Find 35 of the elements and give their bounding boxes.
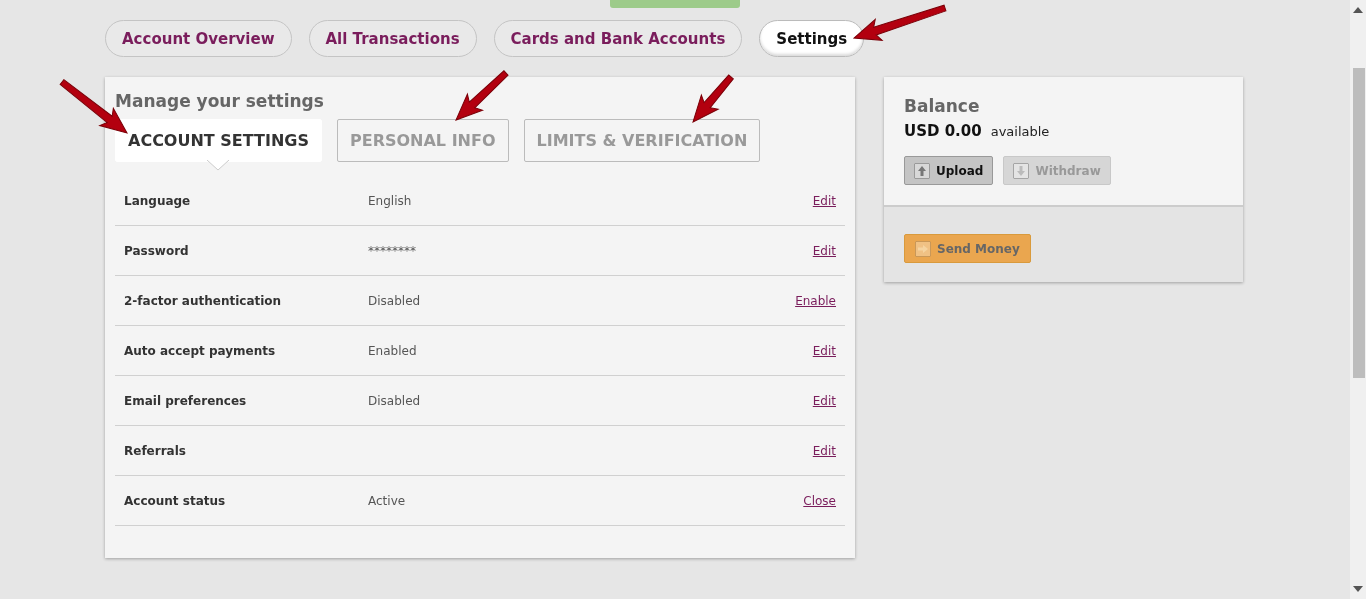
nav-tab[interactable]: Settings <box>759 20 865 57</box>
balance-title: Balance <box>904 96 981 116</box>
panel-title: Manage your settings <box>115 91 325 111</box>
setting-link[interactable]: Enable <box>795 293 836 308</box>
setting-label: Email preferences <box>124 393 248 408</box>
nav-tab[interactable]: All Transactions <box>308 20 477 57</box>
setting-value: English <box>368 193 413 208</box>
setting-link[interactable]: Edit <box>812 343 836 358</box>
setting-value: Enabled <box>368 343 418 358</box>
upload-button[interactable]: Upload <box>904 156 994 185</box>
setting-label: Referrals <box>124 443 187 458</box>
setting-label: Language <box>124 193 192 208</box>
setting-label: 2-factor authentication <box>124 293 283 308</box>
scroll-up-icon[interactable] <box>1353 7 1363 13</box>
setting-link[interactable]: Edit <box>812 243 836 258</box>
balance-amount: USD 0.00 <box>904 122 982 140</box>
setting-label: Account status <box>124 493 227 508</box>
setting-value: ******** <box>368 243 417 258</box>
setting-label: Password <box>124 243 190 258</box>
nav-tab[interactable]: Account Overview <box>105 20 292 57</box>
tab-pointer-icon <box>207 160 230 171</box>
setting-value: Disabled <box>368 293 422 308</box>
nav-tab[interactable]: Cards and Bank Accounts <box>493 20 743 57</box>
scroll-thumb[interactable] <box>1353 68 1365 378</box>
setting-value: Disabled <box>368 393 422 408</box>
setting-link[interactable]: Edit <box>812 443 836 458</box>
setting-link[interactable]: Edit <box>812 393 836 408</box>
balance-note: available <box>990 124 1050 139</box>
setting-link[interactable]: Edit <box>812 193 836 208</box>
setting-label: Auto accept payments <box>124 343 277 358</box>
scroll-down-icon[interactable] <box>1353 586 1363 592</box>
setting-value: Active <box>368 493 407 508</box>
header-tab[interactable] <box>610 0 740 8</box>
setting-link[interactable]: Close <box>803 493 836 508</box>
scrollbar[interactable] <box>1350 0 1366 599</box>
